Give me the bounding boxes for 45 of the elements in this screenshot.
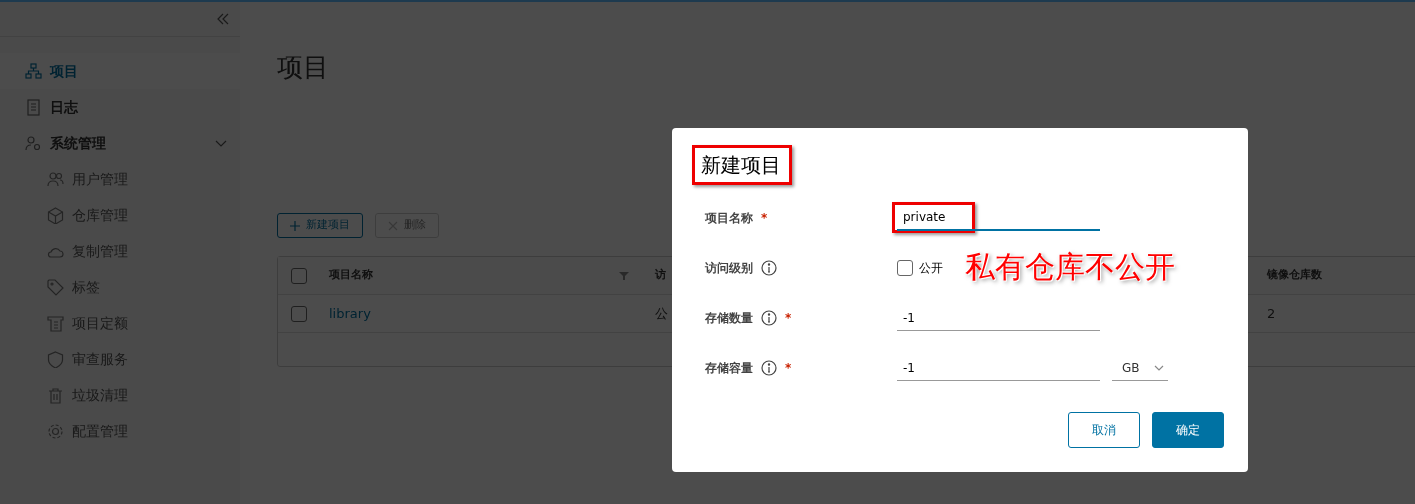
page-title: 项目 (277, 52, 330, 84)
cube-icon (47, 206, 64, 224)
required-mark: * (785, 310, 792, 327)
checkbox[interactable] (290, 305, 307, 322)
collapse-icon (216, 12, 230, 26)
field-label: 存储容量 (705, 360, 753, 377)
filter-icon (619, 270, 629, 281)
table-cell: 2 (1267, 305, 1276, 321)
field-label: 存储数量 (705, 310, 753, 327)
info-icon (761, 310, 777, 326)
input-field[interactable]: -1 (897, 355, 1100, 381)
gear-icon (47, 422, 64, 440)
checkbox-label: 公开 (919, 260, 943, 277)
field-label: 访问级别 (705, 260, 753, 277)
field-label: 项目名称 (705, 210, 753, 227)
checkbox[interactable] (897, 260, 913, 276)
document-icon (25, 98, 42, 116)
trash-icon (47, 386, 64, 404)
info-icon (761, 360, 777, 376)
input-field[interactable]: private (897, 205, 1100, 231)
column-header: 访 (655, 268, 666, 282)
sidebar-item[interactable]: 日志 (0, 89, 240, 125)
tag-icon (47, 278, 64, 296)
new-project-button[interactable]: 新建项目 (277, 213, 363, 238)
checkbox[interactable] (290, 267, 307, 284)
required-mark: * (785, 360, 792, 377)
network-icon (25, 62, 42, 80)
dialog-title: 新建项目 (692, 145, 792, 185)
input-field[interactable]: -1 (897, 305, 1100, 331)
column-header: 镜像仓库数 (1267, 268, 1322, 282)
shield-icon (47, 350, 64, 368)
unit-select[interactable]: GB (1112, 355, 1168, 381)
users-icon (47, 170, 64, 188)
plus-icon (290, 220, 300, 231)
annotation-text: 私有仓库不公开 (965, 248, 1175, 286)
column-header: 项目名称 (329, 267, 373, 284)
table-cell: 公 (655, 305, 668, 321)
required-mark: * (761, 210, 768, 227)
quota-icon (47, 314, 64, 332)
sidebar-item[interactable]: 系统管理 (0, 125, 240, 161)
user-gear-icon (25, 134, 42, 152)
info-icon (761, 260, 777, 276)
cancel-button[interactable]: 取消 (1068, 412, 1140, 448)
confirm-button[interactable]: 确定 (1152, 412, 1224, 448)
project-link[interactable]: library (329, 303, 371, 324)
